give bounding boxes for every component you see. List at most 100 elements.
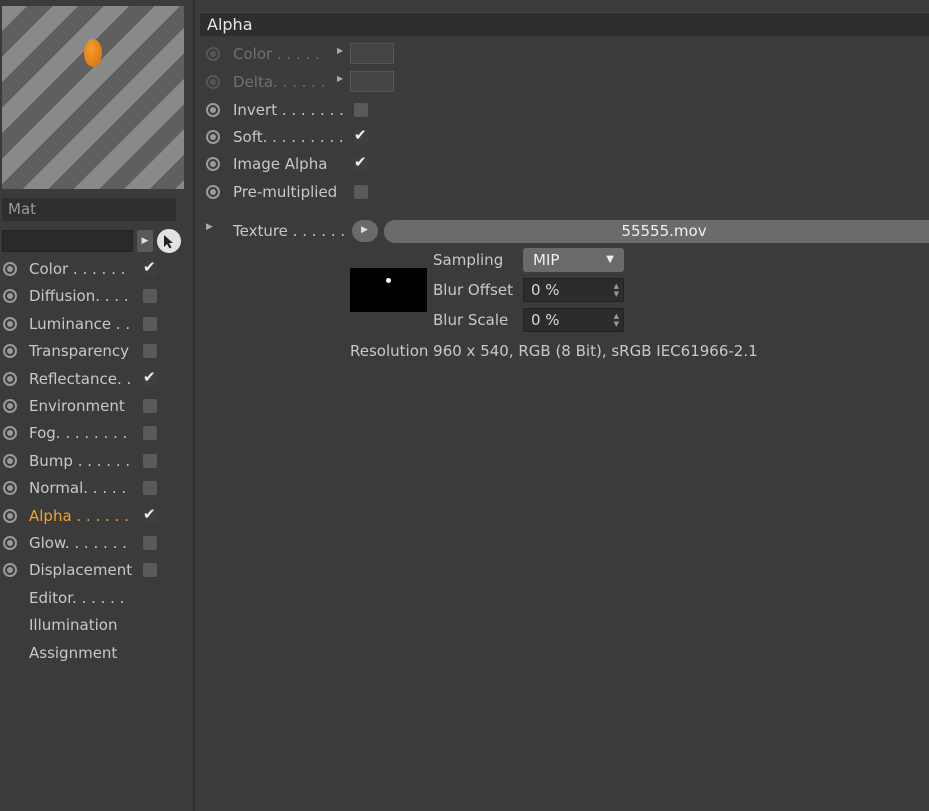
delta-expand-icon[interactable]: ▶ <box>337 74 343 83</box>
channel-label: Bump . . . . . . <box>29 452 131 470</box>
resolution-info: Resolution 960 x 540, RGB (8 Bit), sRGB … <box>350 342 758 360</box>
alpha-properties-panel: Alpha Color . . . . . ▶ Delta. . . . . .… <box>197 0 929 811</box>
image-alpha-property: Image Alpha ✔ <box>206 151 606 177</box>
material-sidebar: Mat ▶ Color . . . . . . ✔ Diffusion. . . .… <box>0 0 195 811</box>
channel-item[interactable]: Transparency <box>3 339 191 363</box>
delta-property: Delta. . . . . . ▶ <box>206 69 606 95</box>
channel-checkbox[interactable] <box>143 481 157 495</box>
sampling-label: Sampling <box>433 251 504 269</box>
channel-checkbox[interactable]: ✔ <box>143 258 157 276</box>
channel-checkbox[interactable]: ✔ <box>143 506 157 523</box>
channel-label: Displacement <box>29 561 133 579</box>
soft-animation-radio[interactable] <box>206 130 220 144</box>
channel-label: Glow. . . . . . . <box>29 534 127 552</box>
channel-item[interactable]: Diffusion. . . . <box>3 284 191 308</box>
texture-file-button[interactable]: 55555.mov <box>384 220 929 243</box>
blur-scale-value: 0 % <box>531 311 560 329</box>
premultiplied-label: Pre-multiplied <box>233 183 338 201</box>
image-alpha-label: Image Alpha <box>233 155 328 173</box>
search-arrow-button[interactable]: ▶ <box>137 230 153 252</box>
channel-item[interactable]: Fog. . . . . . . . <box>3 421 191 445</box>
channel-radio[interactable] <box>3 563 17 577</box>
soft-label: Soft. . . . . . . . . <box>233 128 344 146</box>
blur-offset-stepper-icon[interactable]: ▲ ▼ <box>614 282 619 298</box>
invert-label: Invert . . . . . . . <box>233 101 344 119</box>
material-name-field[interactable]: Mat <box>2 198 176 221</box>
channel-label: Assignment <box>29 644 118 662</box>
channel-checkbox[interactable] <box>143 454 157 468</box>
pick-cursor-icon[interactable] <box>157 229 181 253</box>
texture-label: Texture . . . . . . <box>233 222 346 240</box>
channel-item[interactable]: Reflectance. . ✔ <box>3 367 191 391</box>
channel-item[interactable]: Luminance . . <box>3 312 191 336</box>
color-expand-icon[interactable]: ▶ <box>337 46 343 55</box>
channel-checkbox[interactable] <box>143 536 157 550</box>
channel-item[interactable]: Assignment <box>3 641 191 665</box>
blur-offset-label: Blur Offset <box>433 281 513 299</box>
sampling-dropdown[interactable]: MIP ▼ <box>523 248 624 272</box>
sampling-value: MIP <box>533 251 560 269</box>
channel-item[interactable]: Glow. . . . . . . <box>3 531 191 555</box>
soft-property: Soft. . . . . . . . . ✔ <box>206 124 606 150</box>
invert-checkbox[interactable] <box>354 103 368 117</box>
texture-expand-icon[interactable]: ▶ <box>206 222 213 232</box>
color-animation-radio[interactable] <box>206 47 220 61</box>
channel-label: Alpha . . . . . . <box>29 507 129 525</box>
channel-radio[interactable] <box>3 426 17 440</box>
channel-label: Reflectance. . <box>29 370 132 388</box>
channel-checkbox[interactable]: ✔ <box>143 369 157 386</box>
premultiplied-animation-radio[interactable] <box>206 185 220 199</box>
channel-checkbox[interactable] <box>143 426 157 440</box>
section-title: Alpha <box>200 12 929 36</box>
channel-label: Fog. . . . . . . . <box>29 424 128 442</box>
image-alpha-animation-radio[interactable] <box>206 157 220 171</box>
blur-offset-field[interactable]: 0 % ▲ ▼ <box>523 278 624 302</box>
delta-swatch[interactable] <box>350 71 394 92</box>
channel-item[interactable]: Bump . . . . . . <box>3 449 191 473</box>
blur-scale-stepper-icon[interactable]: ▲ ▼ <box>614 312 619 328</box>
channel-item[interactable]: Alpha . . . . . . ✔ <box>3 504 191 528</box>
channel-label: Normal. . . . . <box>29 479 127 497</box>
channel-radio[interactable] <box>3 536 17 550</box>
delta-animation-radio[interactable] <box>206 75 220 89</box>
premultiplied-checkbox[interactable] <box>354 185 368 199</box>
channel-radio[interactable] <box>3 399 17 413</box>
color-swatch[interactable] <box>350 43 394 64</box>
channel-search-input[interactable] <box>2 230 133 252</box>
channel-radio[interactable] <box>3 509 17 523</box>
channel-radio[interactable] <box>3 481 17 495</box>
checkmark-icon: ✔ <box>354 153 367 171</box>
channel-checkbox[interactable] <box>143 344 157 358</box>
channel-item[interactable]: Displacement <box>3 558 191 582</box>
channel-item[interactable]: Editor. . . . . . <box>3 586 191 610</box>
channel-radio[interactable] <box>3 289 17 303</box>
checkmark-icon: ✔ <box>143 258 156 276</box>
channel-checkbox[interactable] <box>143 563 157 577</box>
channel-radio[interactable] <box>3 317 17 331</box>
image-alpha-checkbox[interactable]: ✔ <box>354 153 368 171</box>
material-preview[interactable] <box>2 6 184 189</box>
channel-item[interactable]: Environment <box>3 394 191 418</box>
color-property: Color . . . . . ▶ <box>206 41 606 67</box>
preview-sphere <box>84 39 102 67</box>
channel-label: Color . . . . . . <box>29 260 126 278</box>
channel-radio[interactable] <box>3 372 17 386</box>
soft-checkbox[interactable]: ✔ <box>354 127 368 144</box>
channel-item[interactable]: Illumination <box>3 613 191 637</box>
channel-checkbox[interactable] <box>143 399 157 413</box>
texture-property: ▶ Texture . . . . . . ▶ 55555.mov <box>206 218 929 244</box>
channel-checkbox[interactable] <box>143 289 157 303</box>
blur-scale-field[interactable]: 0 % ▲ ▼ <box>523 308 624 332</box>
channel-radio[interactable] <box>3 454 17 468</box>
invert-property: Invert . . . . . . . <box>206 97 606 123</box>
chevron-down-icon: ▼ <box>606 254 614 265</box>
channel-checkbox[interactable] <box>143 317 157 331</box>
channel-item[interactable]: Normal. . . . . <box>3 476 191 500</box>
channel-radio[interactable] <box>3 344 17 358</box>
channel-radio[interactable] <box>3 262 17 276</box>
color-label: Color . . . . . <box>233 45 320 63</box>
invert-animation-radio[interactable] <box>206 103 220 117</box>
texture-thumbnail[interactable] <box>350 268 427 312</box>
channel-item[interactable]: Color . . . . . . ✔ <box>3 257 191 281</box>
texture-menu-button[interactable]: ▶ <box>352 220 378 242</box>
